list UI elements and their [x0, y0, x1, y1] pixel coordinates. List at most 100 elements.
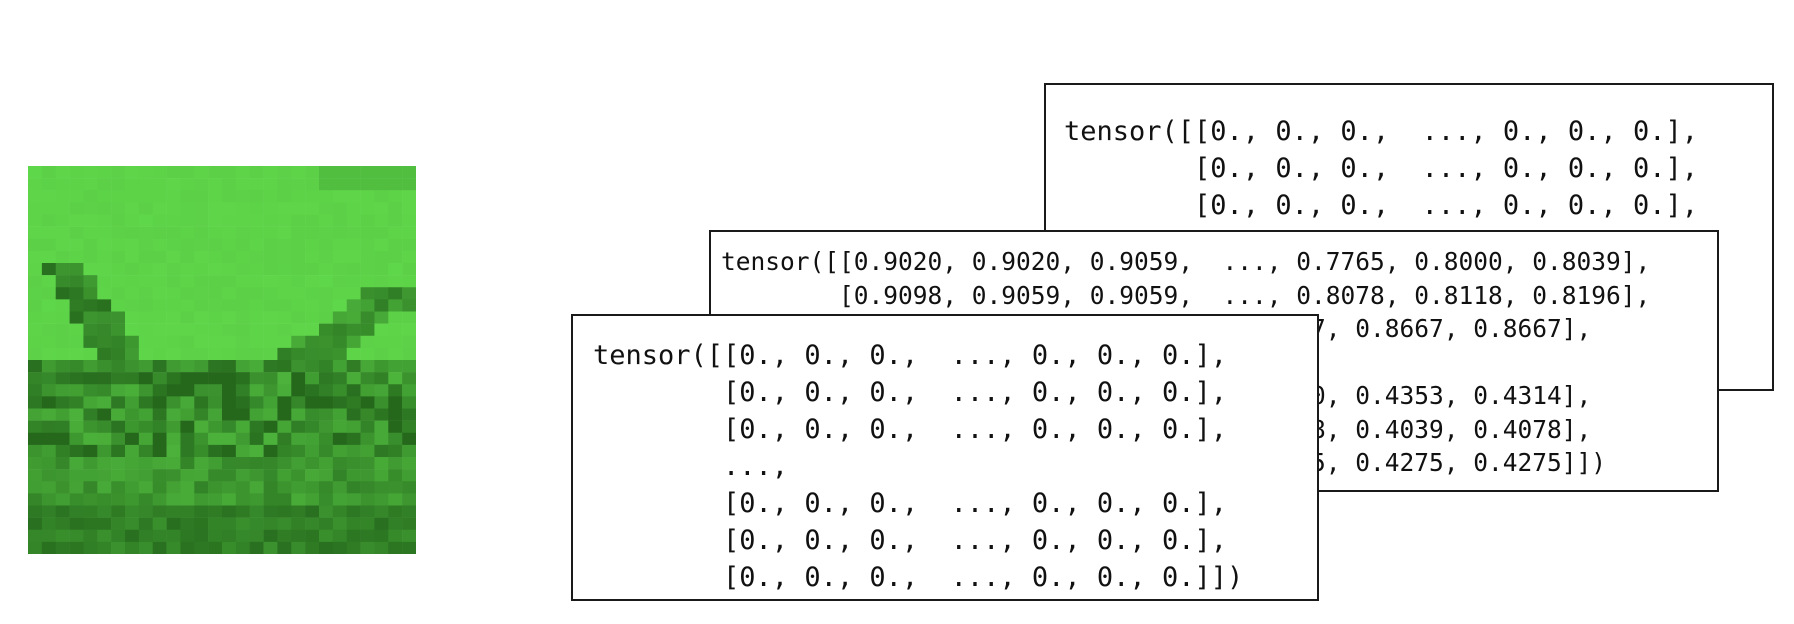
pixel: [374, 238, 389, 252]
pixel: [402, 457, 416, 470]
pixel: [166, 275, 181, 288]
pixel: [319, 493, 334, 506]
green-channel-image: [28, 166, 416, 554]
pixel: [291, 529, 306, 543]
pixel: [374, 202, 389, 215]
pixel: [180, 493, 195, 506]
pixel: [249, 469, 264, 482]
pixel: [69, 226, 84, 239]
pixel: [208, 469, 223, 482]
pixel: [125, 469, 140, 482]
pixel: [360, 226, 375, 239]
pixel: [166, 263, 181, 276]
pixel: [111, 505, 126, 518]
pixel: [166, 469, 181, 482]
pixel: [374, 384, 389, 397]
pixel: [69, 481, 84, 494]
pixel: [152, 493, 167, 506]
pixel: [152, 275, 167, 288]
pixel: [277, 384, 292, 397]
pixel: [208, 541, 223, 554]
pixel: [138, 311, 153, 324]
pixel: [55, 190, 70, 203]
pixel: [374, 505, 389, 518]
pixel: [291, 372, 306, 385]
pixel: [222, 420, 237, 433]
pixel: [111, 372, 126, 385]
pixel: [332, 529, 347, 543]
pixel: [28, 226, 43, 239]
pixel: [55, 408, 70, 421]
pixel: [55, 166, 70, 179]
pixel: [180, 505, 195, 518]
pixel: [374, 287, 389, 300]
pixel: [249, 202, 264, 215]
pixel: [111, 299, 126, 312]
pixel: [291, 360, 306, 373]
pixel: [125, 432, 140, 446]
pixel: [138, 408, 153, 421]
pixel: [69, 238, 84, 252]
pixel: [235, 541, 250, 554]
pixel: [388, 432, 403, 446]
pixel: [402, 287, 416, 300]
pixel: [291, 457, 306, 470]
pixel: [69, 444, 84, 458]
pixel: [360, 481, 375, 494]
pixel: [208, 335, 223, 349]
pixel: [402, 250, 416, 264]
pixel: [263, 444, 278, 458]
pixel: [97, 347, 112, 361]
pixel: [388, 505, 403, 518]
pixel: [97, 529, 112, 543]
pixel: [388, 250, 403, 264]
pixel: [249, 372, 264, 385]
pixel: [166, 347, 181, 361]
pixel: [235, 396, 250, 409]
pixel: [291, 384, 306, 397]
pixel: [28, 372, 43, 385]
pixel: [138, 226, 153, 239]
pixel: [263, 469, 278, 482]
pixel: [69, 214, 84, 227]
pixel: [208, 360, 223, 373]
pixel: [222, 408, 237, 421]
pixel: [319, 384, 334, 397]
pixel: [332, 505, 347, 518]
pixel: [277, 457, 292, 470]
pixel: [194, 529, 209, 543]
pixel: [111, 178, 126, 191]
pixel: [319, 517, 334, 530]
pixel: [83, 481, 98, 494]
pixel: [235, 360, 250, 373]
pixel: [249, 190, 264, 203]
pixel: [360, 372, 375, 385]
pixel: [111, 190, 126, 203]
pixel: [208, 529, 223, 543]
pixel: [41, 372, 56, 385]
pixel: [194, 493, 209, 506]
pixel: [388, 166, 403, 179]
pixel: [263, 541, 278, 554]
pixel: [346, 202, 361, 215]
pixel: [222, 178, 237, 191]
pixel: [55, 384, 70, 397]
pixel: [208, 178, 223, 191]
pixel: [249, 323, 264, 336]
pixel: [222, 541, 237, 554]
pixel: [388, 517, 403, 530]
pixel: [166, 202, 181, 215]
pixel: [138, 214, 153, 227]
pixel: [152, 263, 167, 276]
pixel: [152, 457, 167, 470]
pixel: [263, 372, 278, 385]
pixel: [360, 444, 375, 458]
pixel: [194, 517, 209, 530]
pixel: [41, 457, 56, 470]
pixel: [360, 360, 375, 373]
pixel: [152, 420, 167, 433]
pixel: [222, 481, 237, 494]
pixel: [305, 238, 320, 252]
pixel: [249, 432, 264, 446]
pixel: [249, 457, 264, 470]
